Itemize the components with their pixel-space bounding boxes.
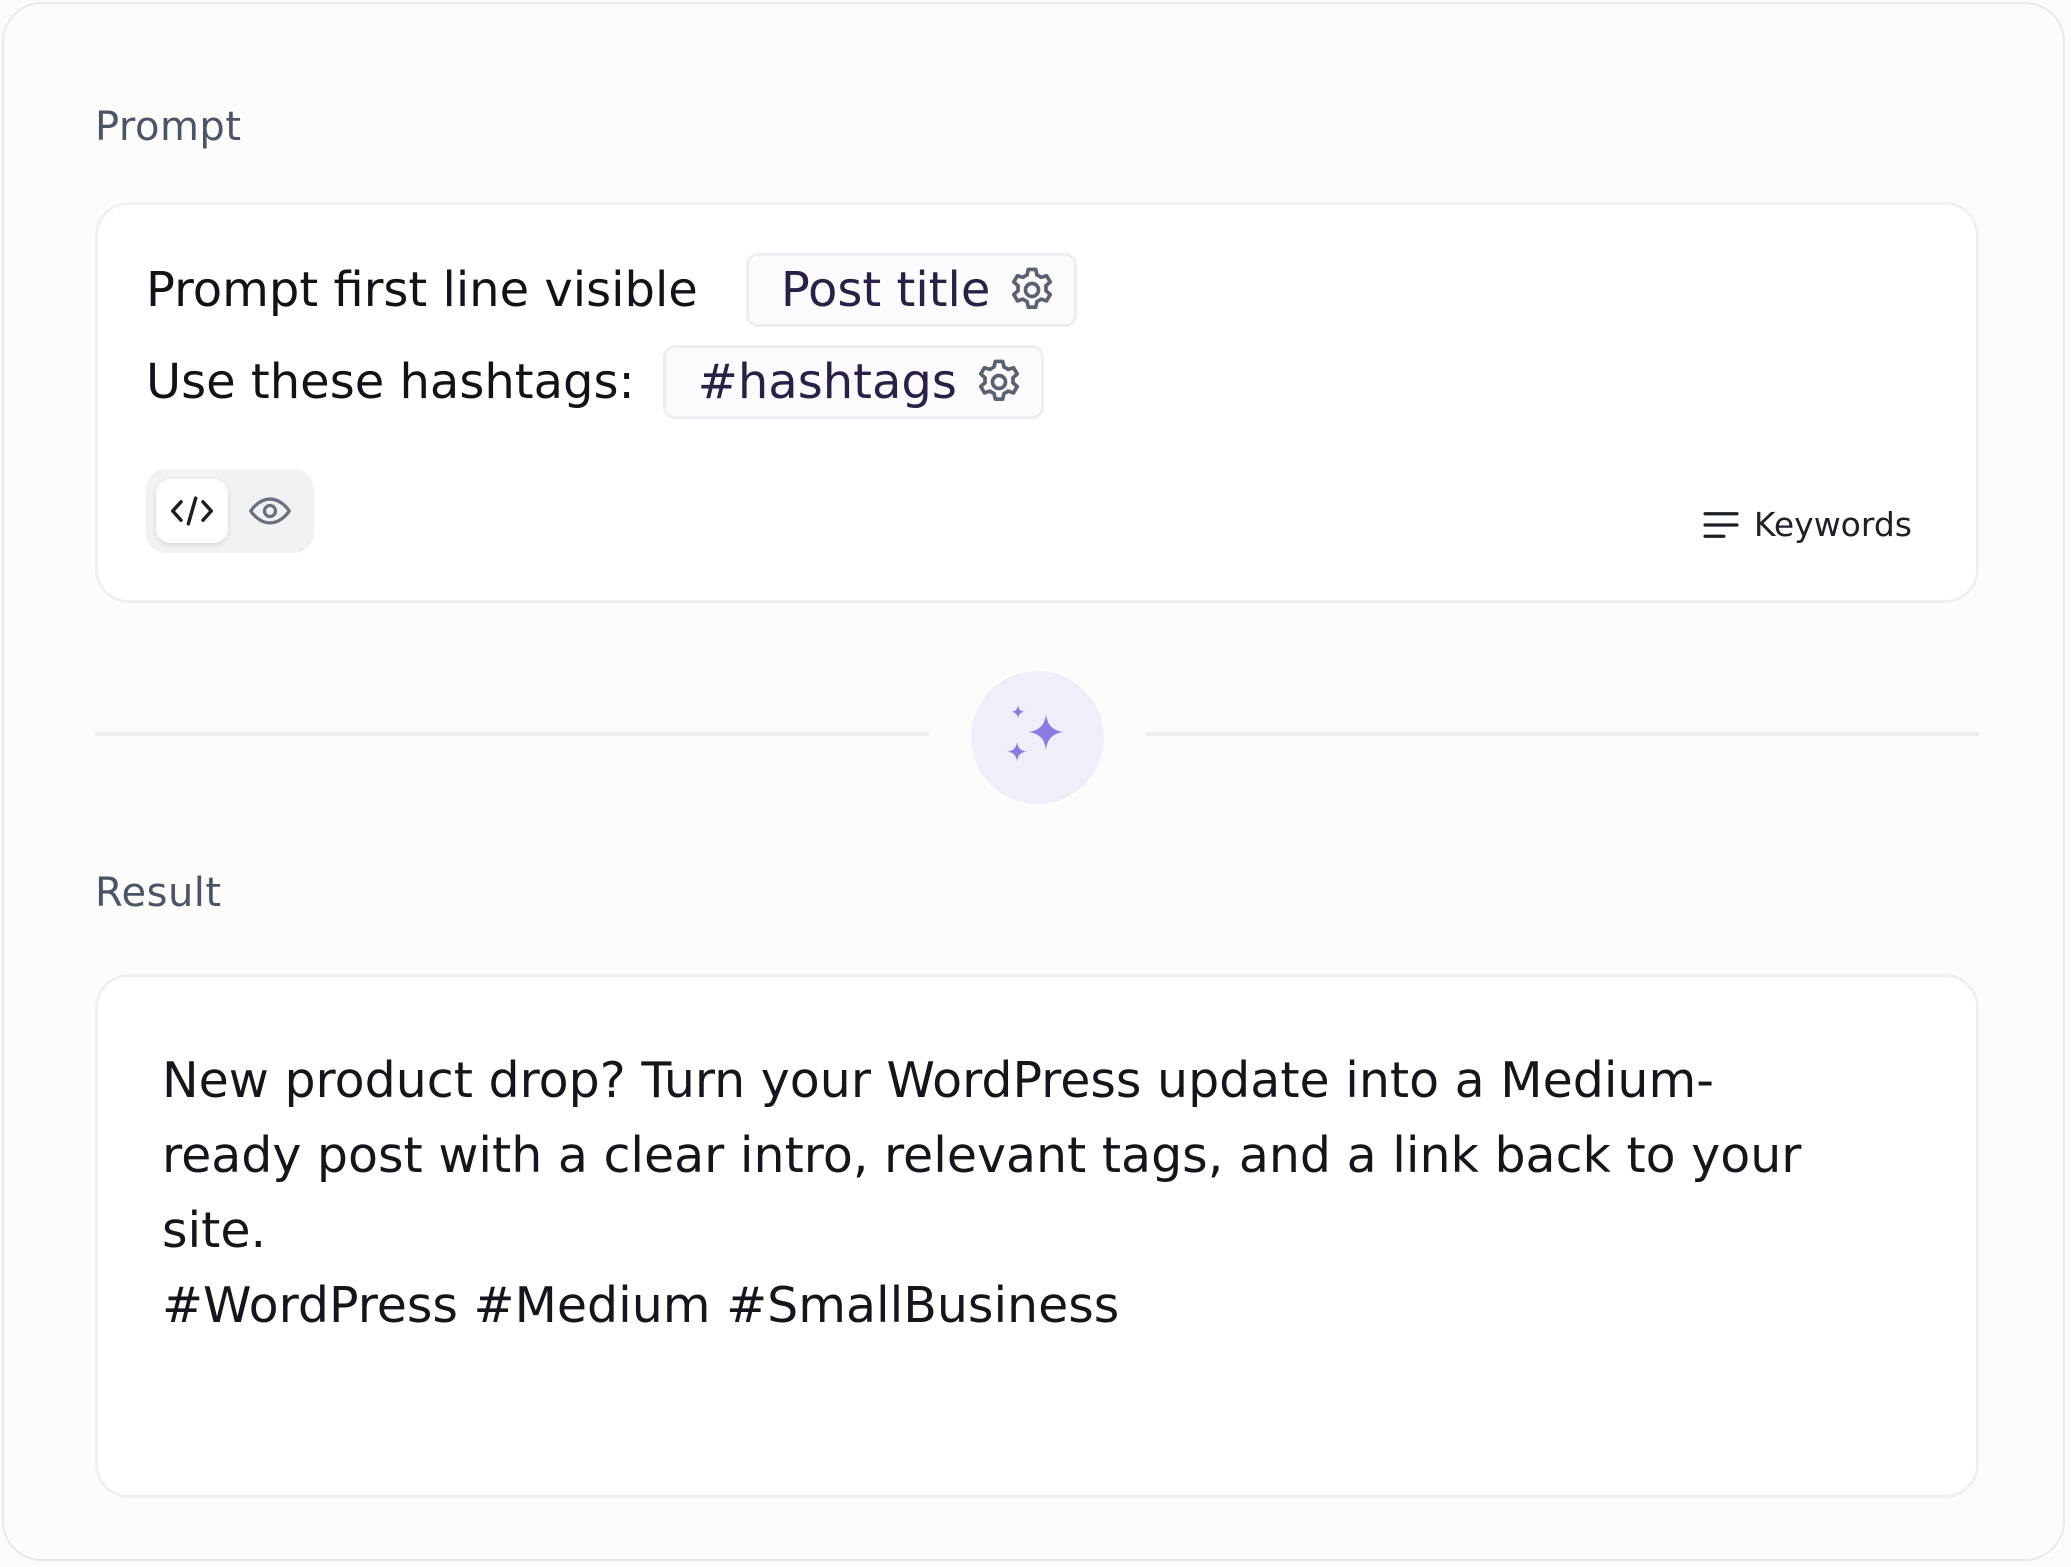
generate-button[interactable] xyxy=(971,671,1104,804)
sparkles-icon xyxy=(1006,704,1064,761)
prompt-label: Prompt xyxy=(95,104,242,150)
divider-right xyxy=(1146,732,1979,736)
hashtags-chip-label: #hashtags xyxy=(697,354,957,410)
editor-card: Prompt Prompt first line visible Post ti… xyxy=(2,2,2065,1561)
divider-left xyxy=(95,732,929,736)
post-title-chip[interactable]: Post title xyxy=(745,253,1078,327)
gear-icon[interactable] xyxy=(1006,264,1058,316)
keywords-button[interactable]: Keywords xyxy=(1702,505,1912,544)
prompt-line-1-text: Prompt first line visible xyxy=(146,262,698,318)
prompt-line-2: Use these hashtags: #hashtags xyxy=(146,345,1044,419)
result-text: New product drop? Turn your WordPress up… xyxy=(162,1052,1802,1334)
lines-icon xyxy=(1703,511,1739,538)
code-view-button[interactable] xyxy=(156,479,228,543)
prompt-line-2-text: Use these hashtags: xyxy=(146,354,635,410)
code-icon xyxy=(171,496,213,526)
view-mode-toggle xyxy=(146,469,314,553)
prompt-editor[interactable]: Prompt first line visible Post title Use… xyxy=(95,202,1979,603)
eye-icon xyxy=(249,497,291,525)
result-panel: New product drop? Turn your WordPress up… xyxy=(95,974,1979,1498)
prompt-line-1: Prompt first line visible Post title xyxy=(146,253,1078,327)
post-title-chip-label: Post title xyxy=(780,262,991,318)
keywords-label: Keywords xyxy=(1753,505,1912,544)
preview-button[interactable] xyxy=(234,479,306,543)
result-label: Result xyxy=(95,870,222,916)
hashtags-chip[interactable]: #hashtags xyxy=(662,345,1044,419)
gear-icon[interactable] xyxy=(973,356,1025,408)
